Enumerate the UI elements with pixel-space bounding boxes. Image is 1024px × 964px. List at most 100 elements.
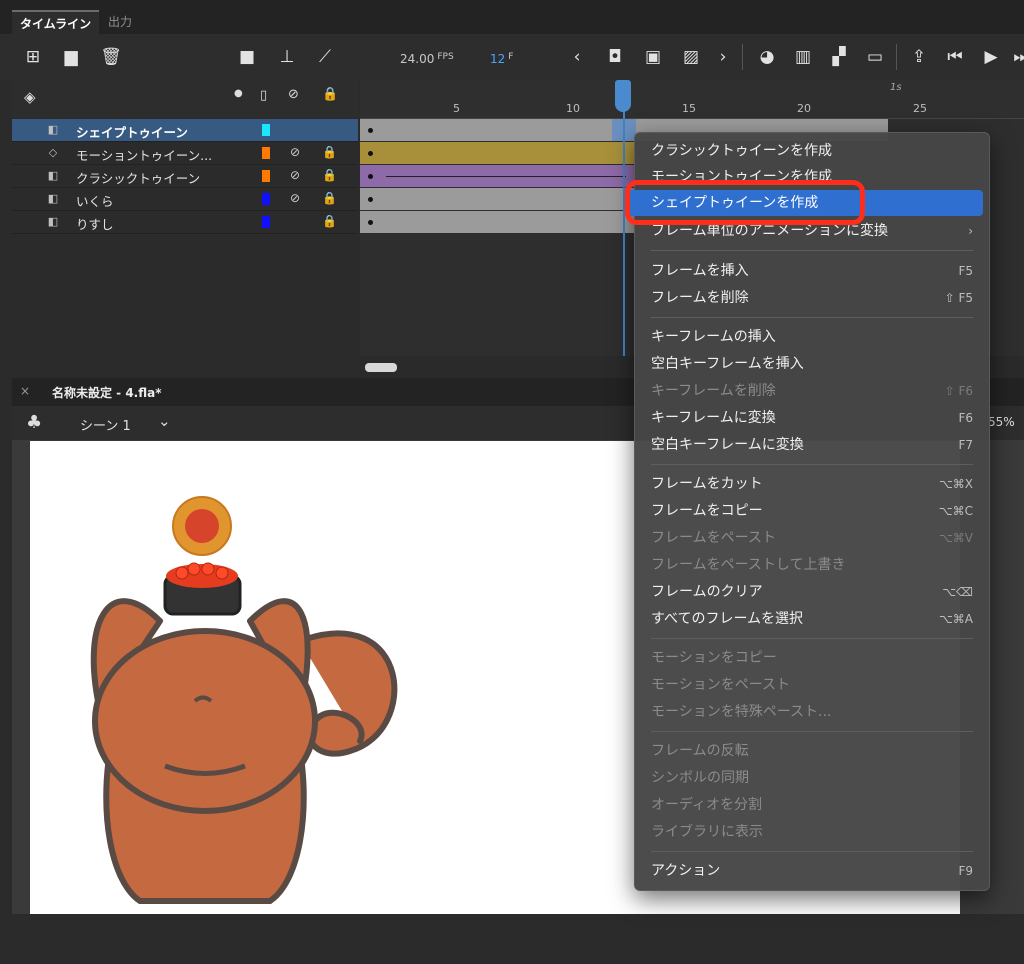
playhead[interactable] (615, 80, 631, 112)
menu-item-paste-motion[interactable]: モーションをペースト (651, 672, 790, 698)
menu-item-convert-to-blank-keyframe[interactable]: 空白キーフレームに変換 (651, 432, 804, 458)
menu-separator (651, 317, 973, 318)
layer-row[interactable]: ◇ モーショントゥイーン... ⊘ 🔒 (12, 142, 358, 165)
show-dot-icon[interactable]: ● (234, 88, 243, 99)
layer-color-chip[interactable] (262, 124, 270, 136)
annotation-highlight-box (625, 180, 865, 225)
horizontal-scrollbar[interactable] (365, 363, 397, 372)
hidden-eye-icon[interactable]: ⊘ (290, 168, 306, 184)
panel-tab-bar: タイムライン 出力 (0, 0, 1024, 36)
camera-icon[interactable]: ■ (236, 46, 258, 68)
menu-item-paste-overwrite-frames[interactable]: フレームをペーストして上書き (651, 552, 845, 578)
outline-icon[interactable]: ▯ (260, 88, 267, 103)
fps-display[interactable]: 24.00 FPS (400, 52, 454, 66)
menu-item-convert-to-keyframe[interactable]: キーフレームに変換 (651, 405, 776, 431)
lock-icon[interactable]: 🔒 (322, 214, 337, 230)
menu-item-show-in-library[interactable]: ライブラリに表示 (651, 819, 763, 845)
layer-panel-empty (12, 234, 358, 356)
insert-keyframe-icon[interactable]: ◘ (604, 46, 626, 68)
play-icon[interactable]: ▶ (980, 46, 1002, 68)
document-tab[interactable]: 名称未設定 - 4.fla* (52, 384, 162, 401)
keyframe-dot[interactable] (368, 197, 373, 202)
layer-color-chip[interactable] (262, 170, 270, 182)
new-layer-icon[interactable]: ⊞ (22, 46, 44, 68)
menu-item-sync-symbols[interactable]: シンボルの同期 (651, 765, 749, 791)
frame-span[interactable] (360, 188, 634, 210)
menu-item-cut-frames[interactable]: フレームをカット (651, 471, 763, 497)
menu-item-clear-frames[interactable]: フレームのクリア (651, 579, 763, 605)
step-back-icon[interactable]: ⏮ (944, 46, 966, 68)
loop-icon[interactable]: ⇪ (908, 46, 930, 68)
menu-separator (651, 731, 973, 732)
frame-span[interactable] (360, 211, 634, 233)
chevron-down-icon[interactable]: ⌄ (158, 412, 171, 430)
tween-icon[interactable]: ▞ (828, 46, 850, 68)
hidden-eye-icon[interactable]: ⊘ (290, 145, 306, 161)
menu-item-insert-frame[interactable]: フレームを挿入 (651, 258, 749, 284)
menu-item-copy-frames[interactable]: フレームをコピー (651, 498, 763, 524)
layer-row[interactable]: ◧ いくら ⊘ 🔒 (12, 188, 358, 211)
layer-row[interactable]: ◧ シェイプトゥイーン (12, 119, 358, 142)
keyframe-dot[interactable] (368, 128, 373, 133)
lock-icon[interactable]: 🔒 (322, 191, 337, 207)
layer-name: シェイプトゥイーン (76, 125, 188, 140)
menu-item-actions[interactable]: アクション (651, 858, 720, 884)
classic-tween-icon[interactable]: ▭ (864, 46, 886, 68)
frame-span[interactable] (360, 165, 634, 187)
graph-icon[interactable]: ⟋ (314, 46, 336, 68)
trash-icon[interactable]: 🗑 (100, 46, 122, 68)
menu-shortcut: F5 (958, 264, 973, 278)
lock-icon[interactable]: 🔒 (322, 168, 337, 184)
hidden-eye-icon[interactable]: ⊘ (290, 191, 306, 207)
layers-icon[interactable]: ◈ (24, 88, 36, 106)
menu-item-create-classic-tween[interactable]: クラシックトゥイーンを作成 (651, 138, 832, 164)
tab-timeline[interactable]: タイムライン (12, 10, 100, 36)
menu-item-delete-keyframe[interactable]: キーフレームを削除 (651, 378, 776, 404)
edit-multiple-frames-icon[interactable]: ▥ (792, 46, 814, 68)
layer-icon: ◧ (47, 123, 59, 136)
frame-ruler[interactable]: 1s 5 10 15 20 25 (360, 80, 1024, 119)
prev-keyframe-icon[interactable]: ‹ (566, 46, 588, 68)
layer-parenting-icon[interactable]: ⊥ (276, 46, 298, 68)
layer-color-chip[interactable] (262, 147, 270, 159)
layer-row[interactable]: ◧ りすし 🔒 (12, 211, 358, 234)
menu-separator (651, 250, 973, 251)
onion-skin-icon[interactable]: ◕ (756, 46, 778, 68)
menu-shortcut: F9 (958, 864, 973, 878)
lock-icon[interactable]: 🔒 (322, 87, 338, 102)
scene-name[interactable]: シーン 1 (80, 415, 131, 434)
menu-item-paste-frames[interactable]: フレームをペースト (651, 525, 776, 551)
menu-item-delete-frame[interactable]: フレームを削除 (651, 285, 749, 311)
club-icon[interactable]: ♣ (26, 412, 42, 433)
time-label: 1s (890, 82, 902, 93)
frame-span[interactable] (360, 142, 634, 164)
layer-row[interactable]: ◧ クラシックトゥイーン ⊘ 🔒 (12, 165, 358, 188)
menu-item-insert-keyframe[interactable]: キーフレームの挿入 (651, 324, 776, 350)
chevron-right-icon: › (968, 224, 973, 238)
menu-item-paste-motion-special[interactable]: モーションを特殊ペースト... (651, 699, 831, 725)
new-folder-icon[interactable]: ▆ (60, 46, 82, 68)
keyframe-dot[interactable] (368, 220, 373, 225)
menu-item-split-audio[interactable]: オーディオを分割 (651, 792, 762, 818)
squirrel-illustration[interactable] (70, 491, 470, 964)
lock-icon[interactable]: 🔒 (322, 145, 337, 161)
menu-item-copy-motion[interactable]: モーションをコピー (651, 645, 777, 671)
close-icon[interactable]: × (20, 384, 30, 398)
tab-output[interactable]: 出力 (100, 10, 140, 34)
keyframe-dot[interactable] (368, 151, 373, 156)
layer-color-chip[interactable] (262, 193, 270, 205)
frame-display[interactable]: 12 F (490, 52, 513, 66)
layer-color-chip[interactable] (262, 216, 270, 228)
layer-name: いくら (76, 194, 114, 209)
eye-icon[interactable]: ⊘ (288, 87, 299, 102)
step-forward-icon[interactable]: ⏭ (1010, 46, 1024, 68)
insert-blank-keyframe-icon[interactable]: ▣ (642, 46, 664, 68)
menu-item-reverse-frames[interactable]: フレームの反転 (651, 738, 749, 764)
next-keyframe-icon[interactable]: › (712, 46, 734, 68)
menu-item-insert-blank-keyframe[interactable]: 空白キーフレームを挿入 (651, 351, 804, 377)
menu-separator (651, 464, 973, 465)
delete-keyframe-icon[interactable]: ▨ (680, 46, 702, 68)
menu-item-select-all-frames[interactable]: すべてのフレームを選択 (651, 606, 803, 632)
zoom-level[interactable]: 55% (988, 415, 1015, 429)
keyframe-dot[interactable] (368, 174, 373, 179)
